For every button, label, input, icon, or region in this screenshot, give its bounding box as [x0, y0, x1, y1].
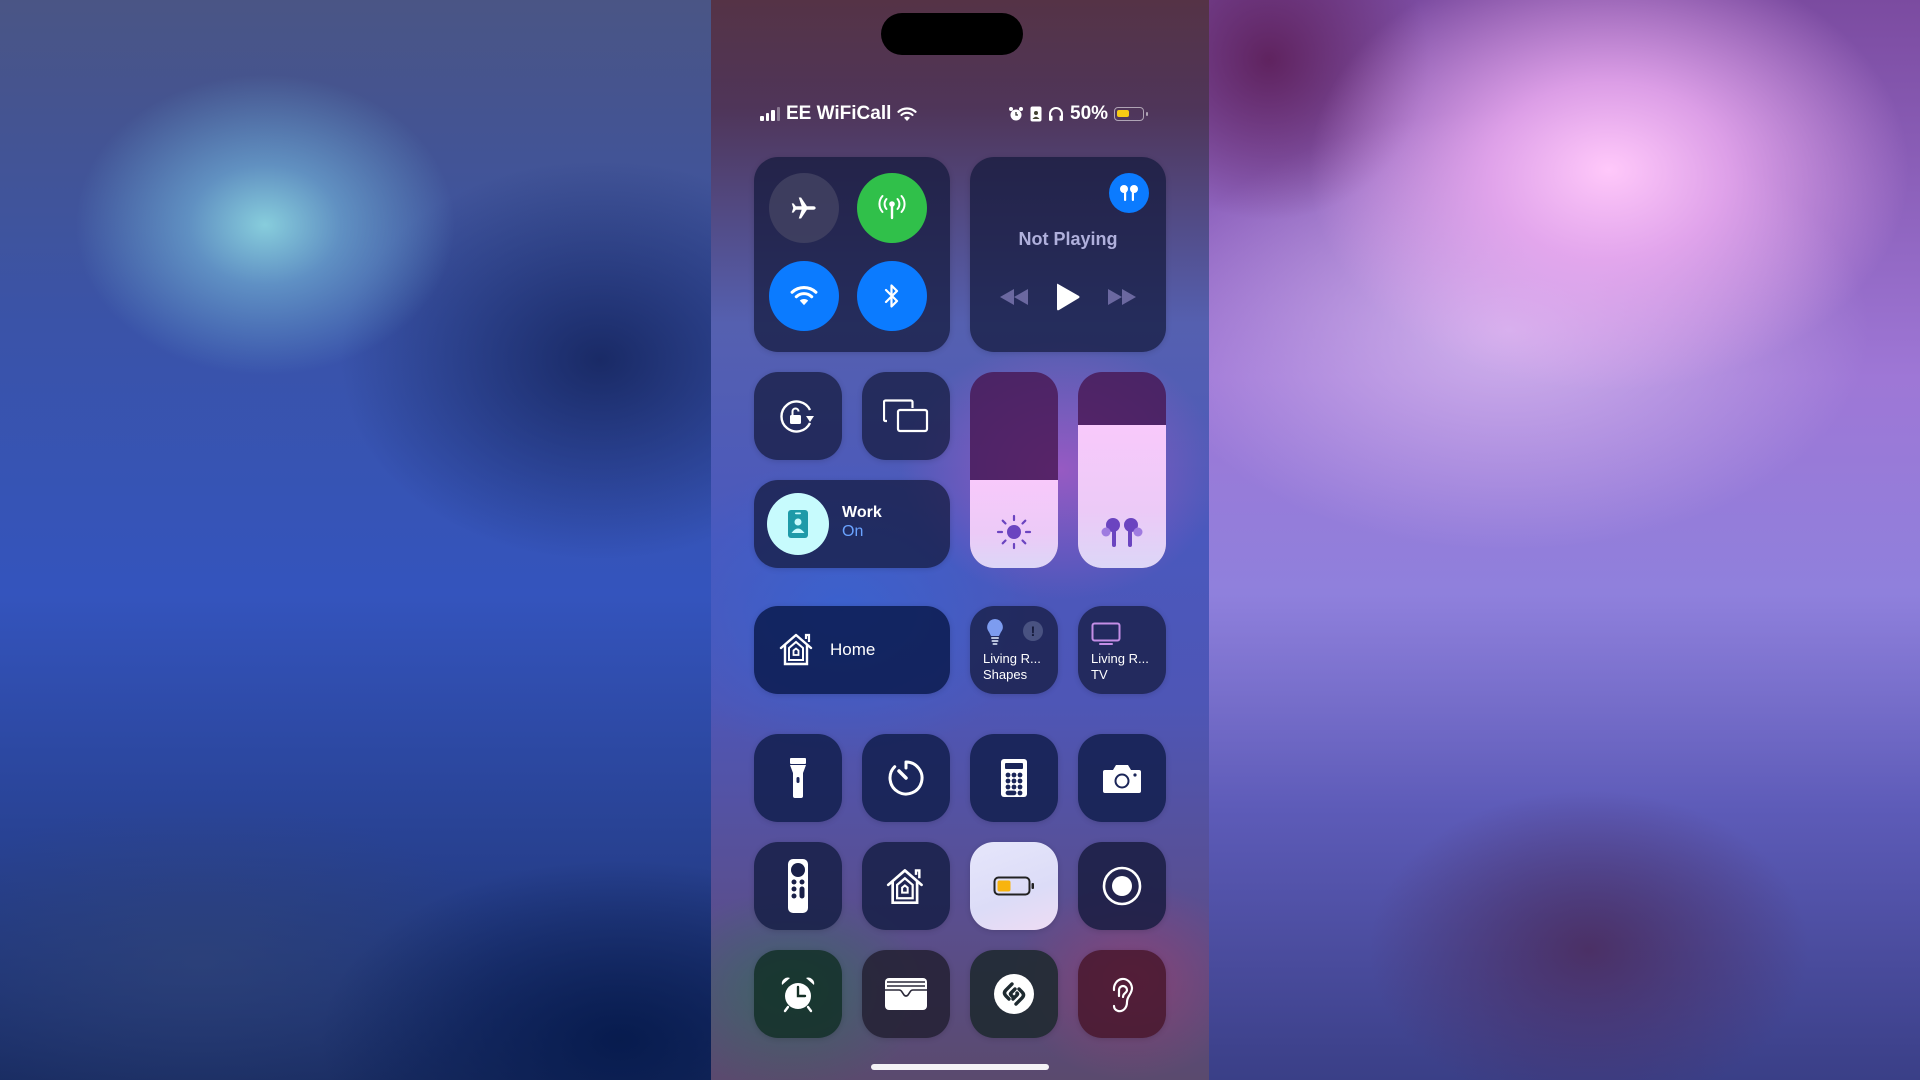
orientation-lock-icon [780, 400, 814, 433]
accessory-room: Living R... [1091, 651, 1149, 666]
flashlight-button[interactable] [754, 734, 842, 822]
blurred-wallpaper-right [1209, 0, 1920, 1080]
focus-name: Work [842, 504, 882, 521]
screen-mirroring-toggle[interactable] [862, 372, 950, 460]
battery-percent: 50% [1070, 103, 1109, 124]
airplane-icon [791, 197, 816, 219]
brightness-icon [996, 514, 1032, 550]
home-button[interactable]: Home [754, 606, 950, 694]
wallet-icon [885, 978, 927, 1010]
accessory-living-room-shapes[interactable]: ! Living R... Shapes [970, 606, 1058, 694]
home-icon [886, 869, 923, 904]
carrier-label: EE WiFiCall [786, 103, 892, 124]
now-playing-panel[interactable]: Not Playing [970, 157, 1166, 352]
remote-icon [788, 859, 808, 913]
accessory-name: Shapes [983, 667, 1028, 682]
screen-record-icon [1102, 866, 1142, 906]
shazam-icon [994, 974, 1034, 1014]
hearing-button[interactable] [1078, 950, 1166, 1038]
focus-toggle[interactable] [767, 493, 829, 555]
headphones-icon [1049, 107, 1063, 121]
dynamic-island [881, 13, 1023, 55]
camera-button[interactable] [1078, 734, 1166, 822]
home-app-button[interactable] [862, 842, 950, 930]
battery-icon [993, 876, 1034, 896]
volume-slider[interactable] [1078, 372, 1166, 568]
fast-forward-icon[interactable] [1106, 287, 1138, 307]
accessory-living-room-tv[interactable]: Living R... TV [1078, 606, 1166, 694]
alert-icon: ! [1023, 621, 1043, 641]
screen-mirroring-icon [883, 399, 929, 433]
control-center: EE WiFiCall 50% Not Playing Work On Home… [711, 0, 1209, 1080]
status-bar-left: EE WiFiCall [760, 100, 918, 128]
battery-icon [1114, 107, 1149, 121]
accessory-name: TV [1091, 667, 1108, 682]
screen-recording-button[interactable] [1078, 842, 1166, 930]
wifi-icon [897, 106, 918, 121]
airpods-icon [1120, 185, 1138, 201]
accessory-room: Living R... [983, 651, 1041, 666]
camera-icon [1103, 765, 1141, 793]
connectivity-panel [754, 157, 950, 352]
airpods-icon [1101, 518, 1143, 547]
calculator-button[interactable] [970, 734, 1058, 822]
cellular-signal-icon [760, 107, 780, 121]
media-title: Not Playing [1018, 229, 1118, 249]
tv-icon [1091, 622, 1121, 645]
timer-icon [888, 760, 924, 796]
bluetooth-icon [884, 284, 899, 308]
antenna-icon [878, 195, 906, 220]
home-indicator[interactable] [871, 1064, 1049, 1070]
brightness-slider[interactable] [970, 372, 1058, 568]
bluetooth-toggle[interactable] [857, 261, 927, 331]
low-power-mode-toggle[interactable] [970, 842, 1058, 930]
audio-output-button[interactable] [1109, 173, 1149, 213]
rewind-icon[interactable] [998, 287, 1030, 307]
shazam-button[interactable] [970, 950, 1058, 1038]
home-icon [779, 633, 813, 666]
apple-tv-remote-button[interactable] [754, 842, 842, 930]
work-focus-icon [788, 510, 808, 538]
play-icon[interactable] [1055, 282, 1081, 312]
accessory-label: Living R... TV [1091, 651, 1149, 683]
alarm-button[interactable] [754, 950, 842, 1038]
orientation-lock-toggle[interactable] [754, 372, 842, 460]
focus-state: On [842, 523, 864, 540]
alarm-icon [781, 977, 815, 1013]
lightbulb-icon [987, 619, 1003, 645]
focus-work-button[interactable]: Work On [754, 480, 950, 568]
cellular-data-toggle[interactable] [857, 173, 927, 243]
alarm-icon [1009, 107, 1023, 121]
wallet-button[interactable] [862, 950, 950, 1038]
home-label: Home [830, 640, 876, 659]
work-focus-icon [1030, 106, 1042, 122]
status-bar-right: 50% [1008, 100, 1149, 128]
wifi-icon [790, 286, 818, 306]
calculator-icon [1001, 759, 1027, 797]
wifi-toggle[interactable] [769, 261, 839, 331]
flashlight-icon [790, 758, 806, 798]
media-controls [970, 282, 1166, 312]
airplane-mode-toggle[interactable] [769, 173, 839, 243]
blurred-wallpaper-left [0, 0, 711, 1080]
accessory-label: Living R... Shapes [983, 651, 1041, 683]
timer-button[interactable] [862, 734, 950, 822]
ear-icon [1112, 977, 1134, 1013]
